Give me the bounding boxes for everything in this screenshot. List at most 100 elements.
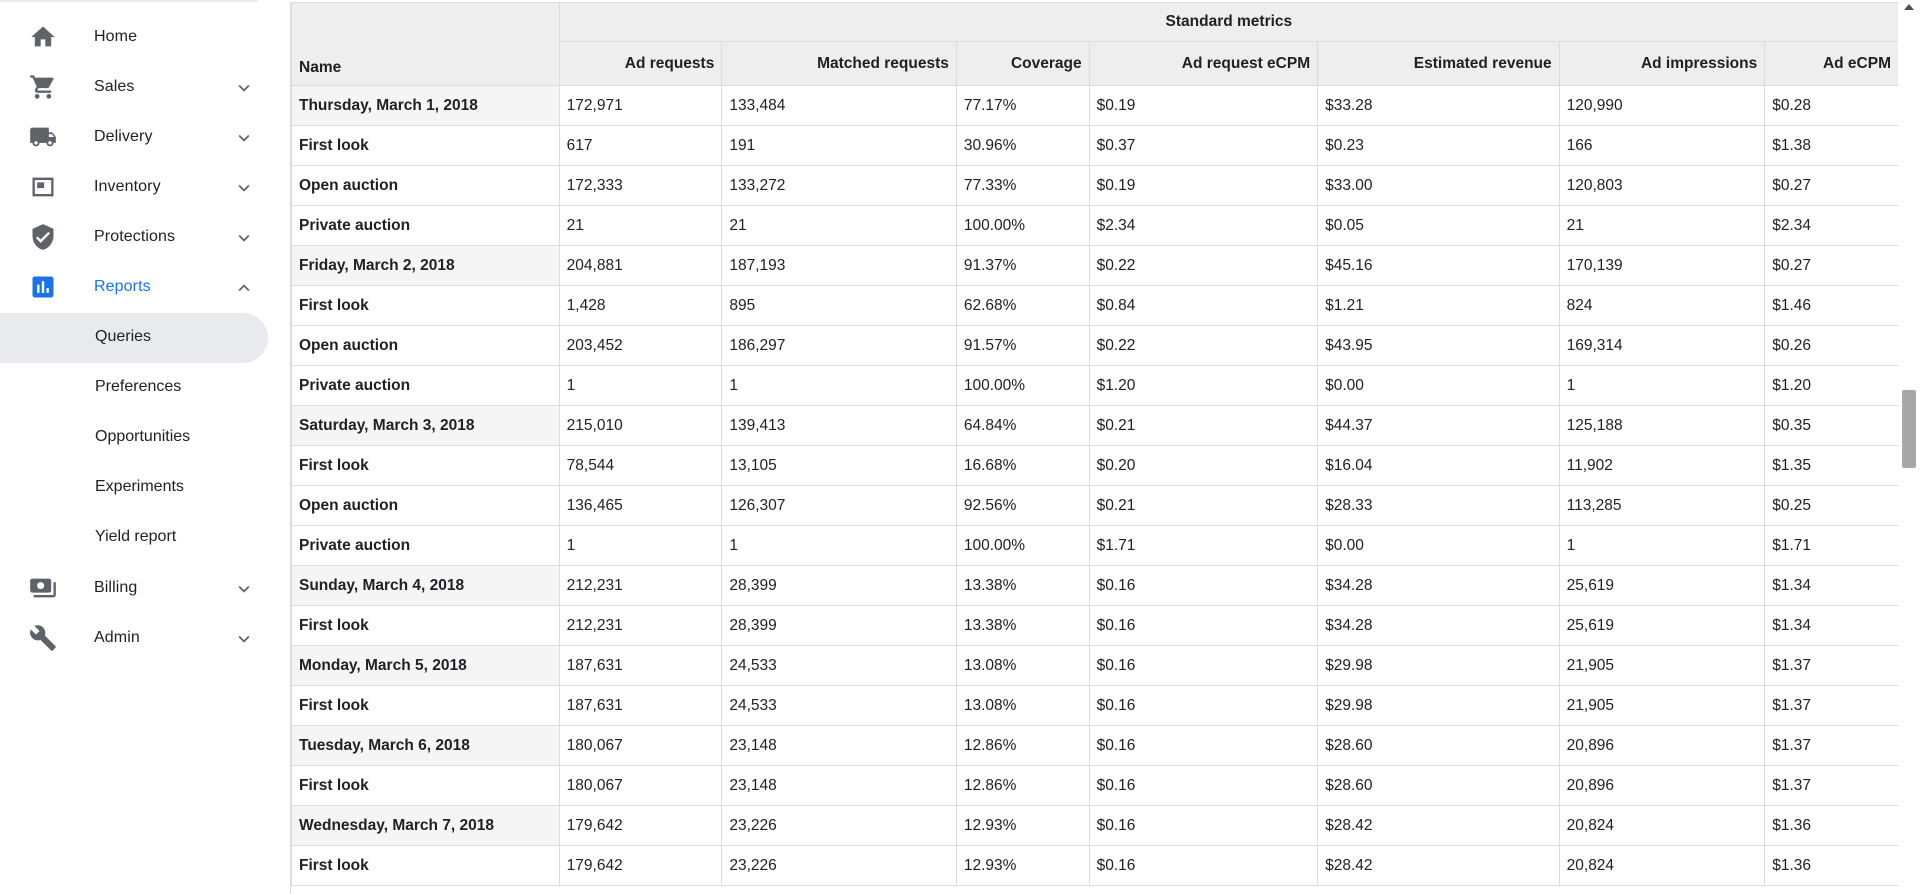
cell-matched-requests: 24,533 <box>721 685 957 726</box>
cell-ad-ecpm: $0.26 <box>1764 325 1899 366</box>
cell-estimated-revenue: $44.37 <box>1317 405 1560 446</box>
table-row-breakdown: First look 78,544 13,105 16.68% $0.20 $16.04 1… <box>291 445 1899 486</box>
row-name-cell: First look <box>291 605 560 646</box>
sidebar-subitem-yield-report[interactable]: Yield report <box>0 513 268 563</box>
cell-ad-ecpm: $1.34 <box>1764 565 1899 606</box>
sidebar-subitem-label: Opportunities <box>95 428 191 445</box>
sidebar-subitem-opportunities[interactable]: Opportunities <box>0 413 268 463</box>
sidebar-item-label: Home <box>94 28 138 45</box>
cell-matched-requests: 1 <box>721 525 957 566</box>
column-header-ad-request-ecpm[interactable]: Ad request eCPM <box>1088 41 1319 86</box>
sidebar-item-label: Reports <box>94 278 151 295</box>
table-row-breakdown: Private auction 1 1 100.00% $1.71 $0.00 1 $1.71 <box>291 525 1899 566</box>
cell-matched-requests: 28,399 <box>721 605 957 646</box>
cell-estimated-revenue: $28.42 <box>1317 845 1560 886</box>
cell-ad-impressions: 120,990 <box>1558 85 1766 126</box>
cell-ad-impressions: 25,619 <box>1558 565 1766 606</box>
chevron-down-icon[interactable] <box>233 77 255 99</box>
sidebar-item-admin[interactable]: Admin <box>0 613 268 663</box>
sidebar-item-protections[interactable]: Protections <box>0 212 268 262</box>
sidebar-subitem-label: Preferences <box>95 378 182 395</box>
column-group-standard-metrics: Standard metrics <box>558 2 1899 42</box>
cell-estimated-revenue: $0.00 <box>1317 525 1560 566</box>
cell-ad-requests: 187,631 <box>558 645 723 686</box>
wrench-icon <box>28 625 58 651</box>
table-row-date: Saturday, March 3, 2018 215,010 139,413 64.… <box>291 405 1899 446</box>
cell-ad-ecpm: $2.34 <box>1764 205 1899 246</box>
scroll-up-arrow-icon[interactable] <box>1904 4 1914 10</box>
cell-ad-requests: 212,231 <box>558 565 723 606</box>
table-row-date: Thursday, March 1, 2018 172,971 133,484 77.… <box>291 85 1899 126</box>
vertical-scrollbar[interactable] <box>1898 0 1920 894</box>
chevron-down-icon[interactable] <box>233 127 255 149</box>
sidebar-item-sales[interactable]: Sales <box>0 62 268 112</box>
sidebar-subitem-queries[interactable]: Queries <box>0 313 268 363</box>
chevron-down-icon[interactable] <box>233 227 255 249</box>
cell-estimated-revenue: $28.42 <box>1317 805 1560 846</box>
table-row-date: Friday, March 2, 2018 204,881 187,193 91.37… <box>291 245 1899 286</box>
cell-estimated-revenue: $33.28 <box>1317 85 1560 126</box>
cell-ad-requests: 179,642 <box>558 805 723 846</box>
row-name-cell: Wednesday, March 7, 2018 <box>291 805 560 846</box>
cell-ad-requests: 1 <box>558 525 723 566</box>
cell-ad-impressions: 25,619 <box>1558 605 1766 646</box>
sidebar-item-delivery[interactable]: Delivery <box>0 112 268 162</box>
table-row-breakdown: First look 1,428 895 62.68% $0.84 $1.21 824 $1.… <box>291 285 1899 326</box>
scrollbar-thumb[interactable] <box>1902 390 1916 468</box>
cell-estimated-revenue: $34.28 <box>1317 605 1560 646</box>
cell-ad-requests: 617 <box>558 125 723 166</box>
cell-ad-impressions: 170,139 <box>1558 245 1766 286</box>
cell-matched-requests: 191 <box>721 125 957 166</box>
cell-ad-requests: 204,881 <box>558 245 723 286</box>
row-name-cell: Thursday, March 1, 2018 <box>291 85 560 126</box>
cell-coverage: 77.17% <box>955 85 1090 126</box>
cell-estimated-revenue: $1.21 <box>1317 285 1560 326</box>
cell-matched-requests: 133,272 <box>721 165 957 206</box>
sidebar-item-billing[interactable]: Billing <box>0 563 268 613</box>
cell-matched-requests: 1 <box>721 365 957 406</box>
cell-matched-requests: 895 <box>721 285 957 326</box>
sidebar-subitem-preferences[interactable]: Preferences <box>0 363 268 413</box>
sidebar-item-reports[interactable]: Reports <box>0 262 268 312</box>
cell-matched-requests: 23,148 <box>721 725 957 766</box>
sidebar-subitem-experiments[interactable]: Experiments <box>0 463 268 513</box>
cell-coverage: 91.57% <box>955 325 1090 366</box>
cell-ad-impressions: 1 <box>1558 365 1766 406</box>
chevron-down-icon[interactable] <box>233 628 255 650</box>
row-name-cell: Saturday, March 3, 2018 <box>291 405 560 446</box>
sidebar-item-home[interactable]: Home <box>0 12 268 62</box>
cell-ad-request-ecpm: $1.71 <box>1088 525 1319 566</box>
money-icon <box>28 575 58 601</box>
cell-coverage: 64.84% <box>955 405 1090 446</box>
truck-icon <box>28 124 58 150</box>
report-table-container[interactable]: Name Standard metrics Ad requests Matche… <box>290 2 1899 894</box>
table-row-breakdown: Private auction 1 1 100.00% $1.20 $0.00 1 $1.20 <box>291 365 1899 406</box>
cell-ad-ecpm: $1.35 <box>1764 445 1899 486</box>
chevron-down-icon[interactable] <box>233 578 255 600</box>
chevron-down-icon[interactable] <box>233 177 255 199</box>
column-header-ad-impressions[interactable]: Ad impressions <box>1558 41 1766 86</box>
column-header-matched-requests[interactable]: Matched requests <box>721 41 957 86</box>
sidebar-item-label: Protections <box>94 228 176 245</box>
cell-ad-request-ecpm: $0.16 <box>1088 725 1319 766</box>
sidebar-item-label: Billing <box>94 579 138 596</box>
cell-estimated-revenue: $0.23 <box>1317 125 1560 166</box>
cell-ad-impressions: 20,824 <box>1558 805 1766 846</box>
column-header-coverage[interactable]: Coverage <box>955 41 1090 86</box>
sidebar-item-label: Admin <box>94 629 140 646</box>
cell-ad-ecpm: $1.46 <box>1764 285 1899 326</box>
chevron-up-icon[interactable] <box>233 277 255 299</box>
table-row-date: Sunday, March 4, 2018 212,231 28,399 13.38%… <box>291 565 1899 606</box>
table-row-breakdown: First look 179,642 23,226 12.93% $0.16 $28.42… <box>291 845 1899 886</box>
table-row-breakdown: Private auction 21 21 100.00% $2.34 $0.05 21 $2… <box>291 205 1899 246</box>
column-header-ad-requests[interactable]: Ad requests <box>558 41 723 86</box>
cell-matched-requests: 139,413 <box>721 405 957 446</box>
row-name-cell: Private auction <box>291 205 560 246</box>
column-header-estimated-revenue[interactable]: Estimated revenue <box>1317 41 1560 86</box>
cell-ad-requests: 172,333 <box>558 165 723 206</box>
cell-ad-request-ecpm: $0.16 <box>1088 645 1319 686</box>
column-header-ad-ecpm[interactable]: Ad eCPM <box>1764 41 1899 86</box>
cell-ad-request-ecpm: $0.19 <box>1088 165 1319 206</box>
sidebar-item-inventory[interactable]: Inventory <box>0 162 268 212</box>
column-header-name[interactable]: Name <box>291 2 560 86</box>
